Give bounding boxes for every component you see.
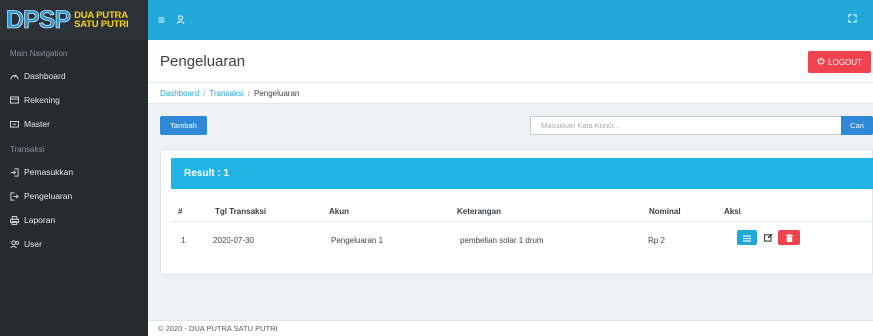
- card-icon: [10, 96, 24, 104]
- result-title: Result : 1: [184, 168, 230, 179]
- sidebar-item-label: Master: [24, 119, 50, 129]
- main-content: Pengeluaran LOGOUT Dashboard / Transaksi…: [148, 40, 873, 336]
- nav-header-main: Main Navigation: [10, 49, 68, 58]
- cell-tgl: 2020-07-30: [213, 236, 254, 245]
- add-button[interactable]: Tambah: [160, 116, 207, 135]
- column-header-no: #: [178, 207, 183, 216]
- breadcrumb-separator: /: [247, 88, 250, 98]
- sidebar-item-label: Dashboard: [24, 71, 66, 81]
- print-icon: [10, 215, 24, 225]
- sidebar-item-pengeluaran[interactable]: Pengeluaran: [0, 184, 148, 208]
- fullscreen-icon[interactable]: [848, 14, 857, 25]
- column-header-akun: Akun: [329, 207, 349, 216]
- column-header-aksi: Aksi: [724, 207, 741, 216]
- sidebar-item-label: Laporan: [24, 215, 56, 225]
- sidebar-item-label: User: [24, 239, 42, 249]
- sidebar-item-label: Rekening: [24, 95, 60, 105]
- login-icon: [10, 167, 24, 177]
- sidebar: DPSP DUA PUTRA SATU PUTRI Main Navigatio…: [0, 0, 148, 336]
- logo-subtext: DUA PUTRA SATU PUTRI: [74, 10, 129, 30]
- footer: © 2020 - DUA PUTRA SATU PUTRI: [148, 320, 873, 336]
- edit-icon: [763, 230, 773, 245]
- search-button[interactable]: Cari: [841, 116, 873, 135]
- column-header-keterangan: Keterangan: [457, 207, 502, 216]
- breadcrumb-current: Pengeluaran: [254, 88, 300, 98]
- users-icon: [10, 239, 24, 249]
- power-icon: [817, 57, 825, 67]
- result-card: Result : 1 # Tgl Transaksi Akun Keterang…: [160, 149, 873, 275]
- nav-header-transaksi: Transaksi: [10, 145, 45, 154]
- sidebar-item-dashboard[interactable]: Dashboard: [0, 64, 148, 88]
- logo-text: DPSP: [6, 5, 72, 34]
- sidebar-item-label: Pemasukkan: [24, 167, 74, 177]
- detail-button[interactable]: [737, 230, 757, 245]
- folder-icon: [10, 120, 24, 128]
- search-bar: Cari: [530, 116, 873, 135]
- cell-akun: Pengeluaran 1: [331, 236, 384, 245]
- sidebar-item-label: Pengeluaran: [24, 191, 73, 201]
- sidebar-item-user[interactable]: User: [0, 232, 148, 256]
- page-header: Pengeluaran LOGOUT: [148, 40, 873, 83]
- column-header-tgl: Tgl Transaksi: [215, 207, 267, 216]
- logout-button[interactable]: LOGOUT: [808, 51, 871, 73]
- list-icon: [743, 230, 751, 245]
- topbar: ≡: [148, 0, 873, 40]
- table-divider: [171, 221, 873, 222]
- logout-label: LOGOUT: [828, 57, 862, 67]
- user-icon[interactable]: [176, 14, 186, 26]
- breadcrumb: Dashboard / Transaksi / Pengeluaran: [148, 83, 873, 104]
- logout-icon: [10, 191, 24, 201]
- logo-line2: SATU PUTRI: [74, 19, 129, 30]
- result-header: Result : 1: [171, 158, 873, 189]
- page-title: Pengeluaran: [160, 52, 246, 70]
- breadcrumb-dashboard[interactable]: Dashboard: [160, 89, 199, 98]
- brand-logo[interactable]: DPSP DUA PUTRA SATU PUTRI: [0, 0, 148, 40]
- cell-nominal: Rp 2: [648, 236, 665, 245]
- sidebar-item-master[interactable]: Master: [0, 112, 148, 136]
- breadcrumb-separator: /: [203, 88, 206, 98]
- sidebar-item-laporan[interactable]: Laporan: [0, 208, 148, 232]
- sidebar-item-pemasukkan[interactable]: Pemasukkan: [0, 160, 148, 184]
- cell-keterangan: pembelian solar 1 drum: [460, 236, 544, 245]
- cell-no: 1: [181, 236, 186, 245]
- search-input[interactable]: [530, 116, 841, 135]
- column-header-nominal: Nominal: [649, 207, 681, 216]
- edit-button[interactable]: [760, 230, 776, 245]
- delete-button[interactable]: [778, 230, 800, 245]
- breadcrumb-transaksi[interactable]: Transaksi: [209, 89, 243, 98]
- dashboard-icon: [10, 72, 24, 81]
- sidebar-item-rekening[interactable]: Rekening: [0, 88, 148, 112]
- hamburger-menu-icon[interactable]: ≡: [158, 13, 176, 27]
- trash-icon: [785, 230, 793, 245]
